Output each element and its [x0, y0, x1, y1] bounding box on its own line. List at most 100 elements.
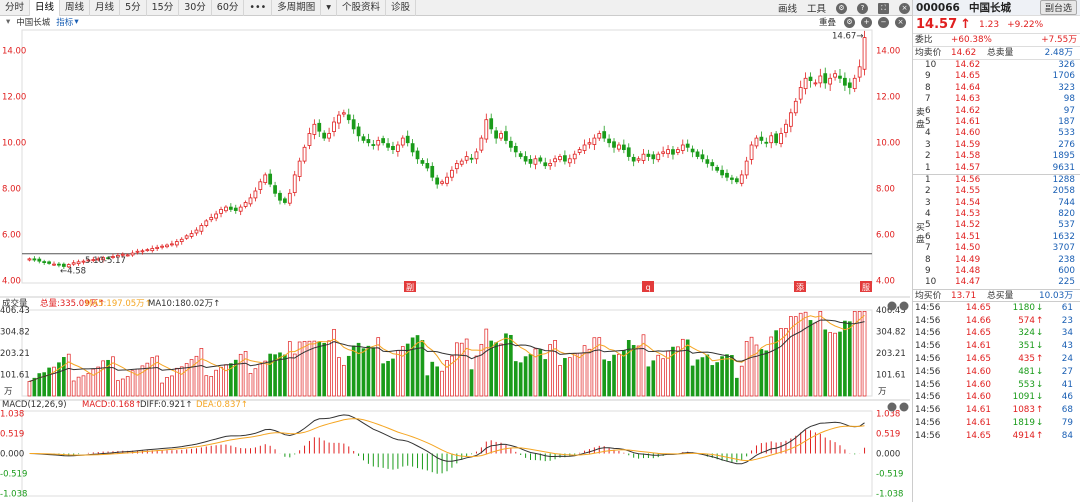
tick-price: 14.61: [965, 341, 991, 352]
period-tab[interactable]: 分时: [0, 0, 31, 16]
candle-body: [297, 160, 302, 177]
candle-body: [779, 133, 783, 145]
close-icon[interactable]: ×: [895, 16, 906, 28]
candle-body: [862, 37, 867, 70]
price-axis-label: 4.00: [2, 277, 21, 287]
period-tab[interactable]: 15分: [147, 0, 180, 16]
macd-axis-label: -0.519: [876, 470, 903, 480]
low-price-annotation: ←4.58: [60, 266, 86, 276]
candle-body: [558, 156, 562, 161]
volume-bar: [710, 365, 715, 397]
indicator-dropdown[interactable]: 指标: [56, 16, 73, 28]
volume-bar: [749, 336, 754, 397]
volume-bar: [499, 343, 503, 397]
zoom-out-icon[interactable]: −: [878, 16, 889, 28]
order-book-row: 7 14.50 3707: [913, 243, 1080, 254]
volume-bar: [720, 356, 724, 397]
period-tab[interactable]: 诊股: [386, 0, 417, 16]
help-icon[interactable]: ?: [857, 2, 868, 14]
macd-axis-label: -1.038: [876, 490, 903, 500]
volume-bar: [695, 359, 700, 397]
period-tab[interactable]: 60分: [212, 0, 245, 16]
volume-bar: [62, 357, 66, 397]
period-tab[interactable]: 多周期图: [272, 0, 322, 16]
overlay-button[interactable]: 重叠: [819, 16, 836, 28]
candle-body: [857, 66, 862, 78]
volume-bar: [179, 366, 184, 397]
candle-body: [553, 158, 557, 163]
volume-bar: [636, 345, 641, 397]
volume-bar: [793, 316, 798, 397]
candle-body: [420, 160, 425, 164]
volume-bar: [843, 320, 847, 397]
order-book-row: 1 14.57 9631: [913, 163, 1080, 174]
price-line: 14.57 ↑ 1.23 +9.22%: [913, 16, 1080, 34]
volume-bar: [322, 342, 327, 397]
period-tab[interactable]: 个股资料: [337, 0, 387, 16]
draw-line-button[interactable]: 画线: [778, 1, 797, 15]
volume-bar: [518, 362, 523, 397]
price-axis-label: 4.00: [876, 277, 895, 287]
stock-name-label: 中国长城: [16, 18, 51, 28]
period-tab[interactable]: 日线: [30, 0, 61, 16]
tick-direction-icon: ↑: [1036, 354, 1044, 364]
price-axis-label: 8.00: [2, 185, 21, 195]
settings-icon[interactable]: ⚙: [836, 2, 847, 14]
order-book-price: 14.54: [955, 197, 981, 208]
volume-bar: [351, 345, 356, 397]
tick-time: 14:56: [915, 328, 941, 339]
candle-body: [179, 238, 184, 243]
volume-bar: [356, 342, 361, 397]
volume-bar: [744, 341, 749, 397]
period-tab[interactable]: ▾: [321, 0, 337, 16]
volume-axis-label: 203.21: [876, 349, 906, 359]
app-window: { "toolbar": { "tabs": ["分时","日线","周线","…: [0, 0, 1080, 502]
close-icon[interactable]: ×: [899, 2, 910, 14]
candle-body: [818, 75, 823, 84]
candle-body: [346, 114, 351, 121]
tick-direction-icon: ↓: [1036, 379, 1044, 390]
order-book-level: 10: [925, 277, 937, 288]
volume-bar: [538, 349, 543, 397]
order-book-row: 2 14.55 2058: [913, 186, 1080, 197]
volume-bar: [160, 382, 164, 397]
arrow-down-icon[interactable]: ▾: [6, 17, 10, 27]
zoom-in-icon[interactable]: +: [861, 16, 872, 28]
settings-icon[interactable]: ⚙: [844, 16, 855, 28]
total-sell-value: 2.48万: [1044, 48, 1073, 58]
chevron-down-icon[interactable]: ▾: [74, 17, 78, 27]
tools-button[interactable]: 工具: [807, 1, 826, 15]
avg-sell-row: 均卖价 14.62 总卖量 2.48万: [913, 47, 1080, 60]
volume-bar: [690, 365, 695, 397]
toolbar-right: 画线 工具 ⚙ ? ⛶ ×: [768, 0, 910, 16]
candle-body: [715, 166, 720, 171]
candle-body: [543, 162, 548, 167]
price-axis-label: 12.00: [876, 93, 900, 103]
candle-body: [769, 135, 774, 144]
candle-body: [749, 144, 754, 160]
order-book-row: 8 14.49 238: [913, 255, 1080, 266]
avg-sell-label: 均卖价: [915, 48, 942, 58]
period-tab[interactable]: 周线: [60, 0, 91, 16]
tick-time: 14:56: [915, 430, 941, 441]
stock-code: 000066: [916, 2, 960, 14]
period-tab[interactable]: •••: [244, 0, 273, 16]
volume-bar: [862, 311, 867, 397]
volume-bar: [617, 353, 621, 397]
period-tab[interactable]: 5分: [120, 0, 147, 16]
volume-bar: [798, 312, 803, 397]
volume-bar: [523, 356, 528, 397]
volume-bar: [71, 380, 76, 397]
tick-row: 14:56 14.65 4914 ↑ 84: [913, 430, 1080, 443]
period-tab[interactable]: 月线: [90, 0, 121, 16]
order-book-row: 5 14.61 187: [913, 117, 1080, 128]
add-watchlist-button[interactable]: 副台选: [1039, 0, 1077, 15]
fullscreen-icon[interactable]: ⛶: [878, 2, 889, 14]
volume-bar: [381, 363, 385, 397]
period-tab[interactable]: 30分: [179, 0, 212, 16]
tick-count: 24: [1061, 354, 1073, 364]
candle-body: [263, 174, 268, 183]
macd-value-legend: MACD:0.168↑: [82, 400, 142, 410]
book-side-label: 卖: [916, 108, 925, 118]
volume-bar: [567, 357, 572, 397]
